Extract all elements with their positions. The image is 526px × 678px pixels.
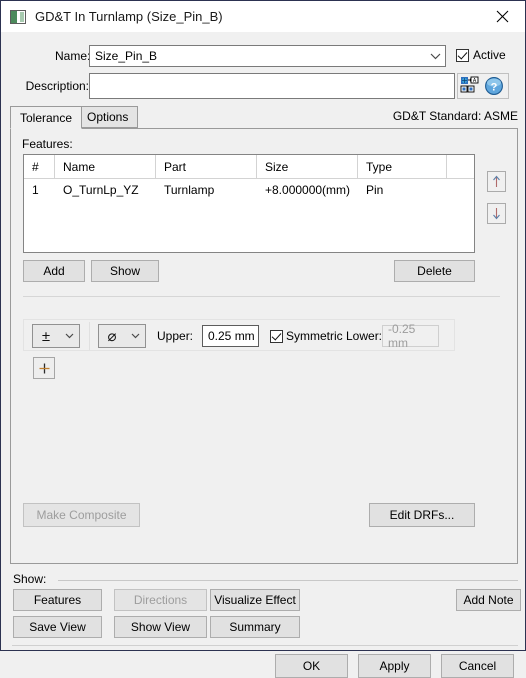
column-header-num[interactable]: # bbox=[24, 155, 55, 179]
dialog-body: Name: Size_Pin_B Active Description: A ?… bbox=[1, 32, 526, 678]
active-label: Active bbox=[473, 48, 506, 62]
make-composite-button[interactable]: Make Composite bbox=[23, 503, 140, 527]
visualize-effect-button[interactable]: Visualize Effect bbox=[210, 589, 300, 611]
diameter-modifier-combobox[interactable]: ⌀ bbox=[98, 324, 146, 348]
tolerance-modifier-combobox[interactable]: ± bbox=[32, 324, 80, 348]
apply-button[interactable]: Apply bbox=[358, 654, 431, 678]
column-header-part[interactable]: Part bbox=[156, 155, 257, 179]
upper-label: Upper: bbox=[157, 329, 194, 343]
ok-button[interactable]: OK bbox=[275, 654, 348, 678]
add-tolerance-row-button[interactable] bbox=[33, 357, 55, 379]
window-title: GD&T In Turnlamp (Size_Pin_B) bbox=[35, 9, 223, 24]
gdt-dialog-window: GD&T In Turnlamp (Size_Pin_B) Name: Size… bbox=[0, 0, 526, 678]
move-feature-up-button[interactable] bbox=[487, 171, 506, 192]
show-features-button[interactable]: Features bbox=[13, 589, 102, 611]
column-header-type[interactable]: Type bbox=[358, 155, 447, 179]
edit-drfs-button[interactable]: Edit DRFs... bbox=[369, 503, 475, 527]
add-feature-button[interactable]: Add bbox=[23, 260, 85, 282]
lower-value-input: -0.25 mm bbox=[382, 322, 439, 350]
description-row: Description: A ? bbox=[1, 73, 526, 99]
column-header-name[interactable]: Name bbox=[55, 155, 156, 179]
chevron-down-icon bbox=[425, 46, 445, 66]
column-header-size[interactable]: Size bbox=[257, 155, 358, 179]
title-bar: GD&T In Turnlamp (Size_Pin_B) bbox=[1, 1, 525, 32]
tolerance-separator bbox=[89, 322, 90, 350]
column-header-extra[interactable] bbox=[447, 155, 474, 179]
symmetric-lower-checkbox[interactable]: Symmetric Lower: bbox=[270, 329, 382, 343]
symmetric-lower-label: Symmetric Lower: bbox=[286, 329, 383, 343]
footer-divider bbox=[12, 645, 518, 646]
plus-icon bbox=[39, 363, 49, 373]
gdt-window-icon bbox=[10, 9, 26, 24]
show-view-button[interactable]: Show View bbox=[114, 616, 207, 638]
cell-num: 1 bbox=[32, 182, 39, 197]
delete-feature-button[interactable]: Delete bbox=[394, 260, 475, 282]
name-value: Size_Pin_B bbox=[95, 49, 158, 63]
features-table-header: # Name Part Size Type bbox=[24, 155, 474, 179]
plus-minus-icon: ± bbox=[41, 327, 51, 345]
show-group-divider bbox=[58, 580, 518, 581]
description-tool-strip: A ? bbox=[457, 73, 509, 99]
cancel-button[interactable]: Cancel bbox=[441, 654, 514, 678]
svg-text:?: ? bbox=[491, 81, 498, 93]
features-table[interactable]: # Name Part Size Type 1 O_TurnLp_YZ Turn… bbox=[23, 154, 475, 253]
upper-value-input[interactable]: 0.25 mm bbox=[202, 325, 259, 347]
tolerance-tab-panel: Features: # Name Part Size Type 1 O_Turn… bbox=[10, 128, 518, 564]
table-row[interactable]: 1 O_TurnLp_YZ Turnlamp +8.000000(mm) Pin bbox=[24, 179, 474, 200]
symmetric-lower-checkbox-box bbox=[270, 329, 283, 343]
show-directions-button[interactable]: Directions bbox=[114, 589, 207, 611]
add-note-button[interactable]: Add Note bbox=[456, 589, 521, 611]
section-divider bbox=[23, 296, 500, 297]
name-combobox[interactable]: Size_Pin_B bbox=[89, 45, 446, 67]
name-row: Name: Size_Pin_B Active bbox=[1, 45, 526, 67]
description-input[interactable] bbox=[89, 73, 455, 99]
cell-name: O_TurnLp_YZ bbox=[63, 182, 139, 197]
chevron-down-icon bbox=[125, 333, 145, 339]
features-label: Features: bbox=[22, 137, 73, 151]
diameter-icon: ⌀ bbox=[107, 327, 117, 345]
description-label: Description: bbox=[25, 79, 89, 93]
save-view-button[interactable]: Save View bbox=[13, 616, 102, 638]
gdt-standard-label: GD&T Standard: ASME bbox=[392, 109, 518, 123]
help-question-icon[interactable]: ? bbox=[484, 76, 504, 96]
summary-button[interactable]: Summary bbox=[210, 616, 300, 638]
tab-tolerance[interactable]: Tolerance bbox=[10, 106, 83, 129]
arrow-up-icon bbox=[493, 175, 500, 187]
show-feature-button[interactable]: Show bbox=[91, 260, 159, 282]
tolerance-row: ± ⌀ Upper: 0.25 mm Symmetric Lower: -0.2… bbox=[23, 319, 455, 351]
move-feature-down-button[interactable] bbox=[487, 203, 506, 224]
chevron-down-icon bbox=[59, 333, 79, 339]
cell-part: Turnlamp bbox=[164, 182, 215, 197]
arrow-down-icon bbox=[493, 208, 500, 220]
show-group-label: Show: bbox=[13, 572, 52, 586]
close-icon bbox=[496, 10, 508, 23]
tab-options-label: Options bbox=[87, 110, 129, 124]
gdt-frame-icon[interactable]: A bbox=[460, 76, 482, 96]
name-label: Name: bbox=[55, 49, 91, 63]
show-group: Show: Features Directions Visualize Effe… bbox=[10, 572, 521, 642]
tab-tolerance-label: Tolerance bbox=[20, 110, 73, 125]
tab-strip: Tolerance Options GD&T Standard: ASME bbox=[10, 106, 518, 129]
cell-type: Pin bbox=[366, 182, 384, 197]
tab-options[interactable]: Options bbox=[77, 106, 139, 128]
cell-extra bbox=[447, 179, 474, 200]
close-button[interactable] bbox=[479, 1, 525, 32]
cell-size: +8.000000(mm) bbox=[265, 182, 351, 197]
active-checkbox-box bbox=[456, 48, 469, 62]
active-checkbox[interactable]: Active bbox=[456, 48, 506, 62]
